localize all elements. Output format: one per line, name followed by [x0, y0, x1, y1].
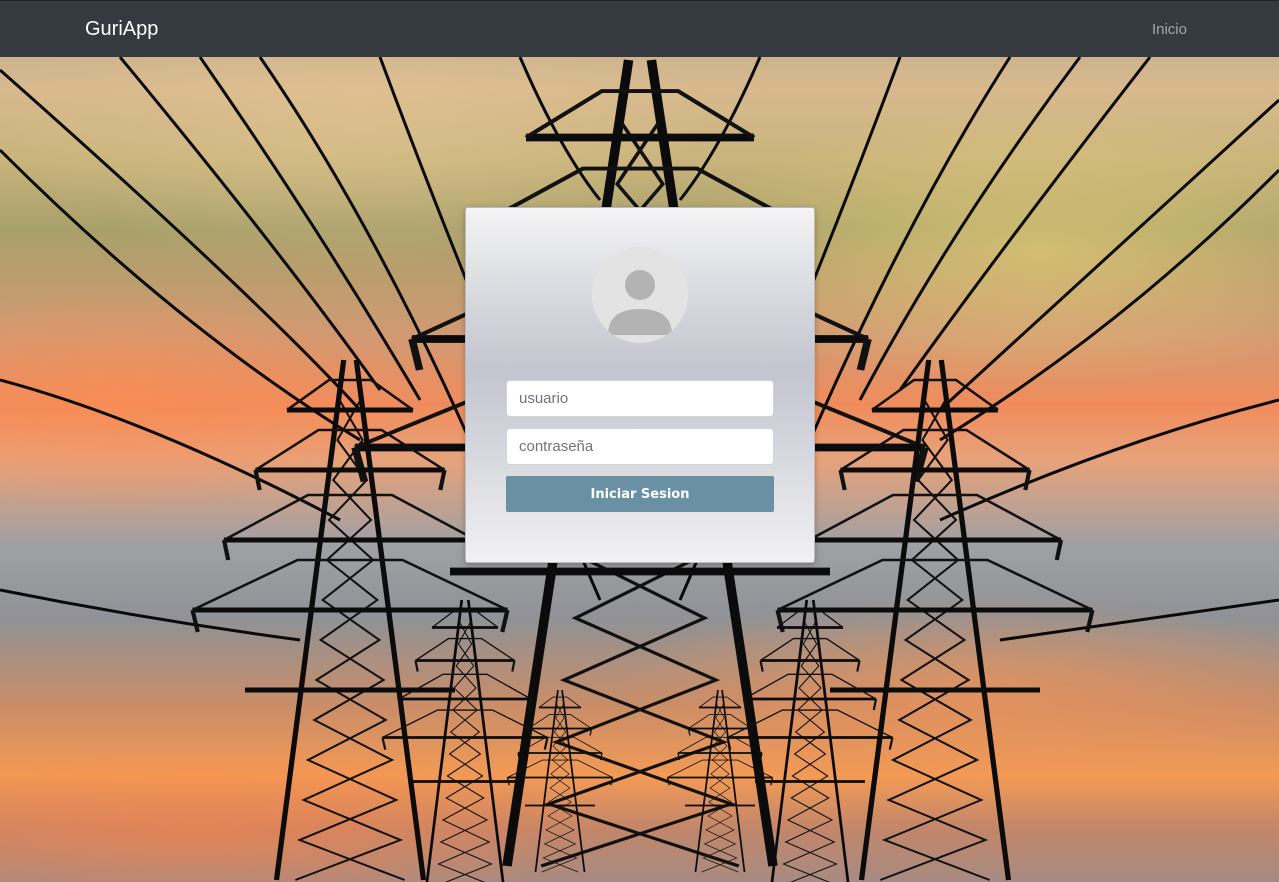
default-user-avatar-icon [592, 247, 688, 343]
password-input[interactable] [506, 428, 774, 465]
top-navbar: GuriApp Inicio [0, 0, 1279, 57]
nav-link-inicio[interactable]: Inicio [1152, 21, 1187, 38]
brand-logo-link[interactable]: GuriApp [85, 18, 158, 41]
username-input[interactable] [506, 380, 774, 417]
login-card: Iniciar Sesion [465, 207, 815, 563]
login-submit-button[interactable]: Iniciar Sesion [506, 476, 774, 512]
login-page: GuriApp Inicio Iniciar Sesion [0, 0, 1279, 882]
